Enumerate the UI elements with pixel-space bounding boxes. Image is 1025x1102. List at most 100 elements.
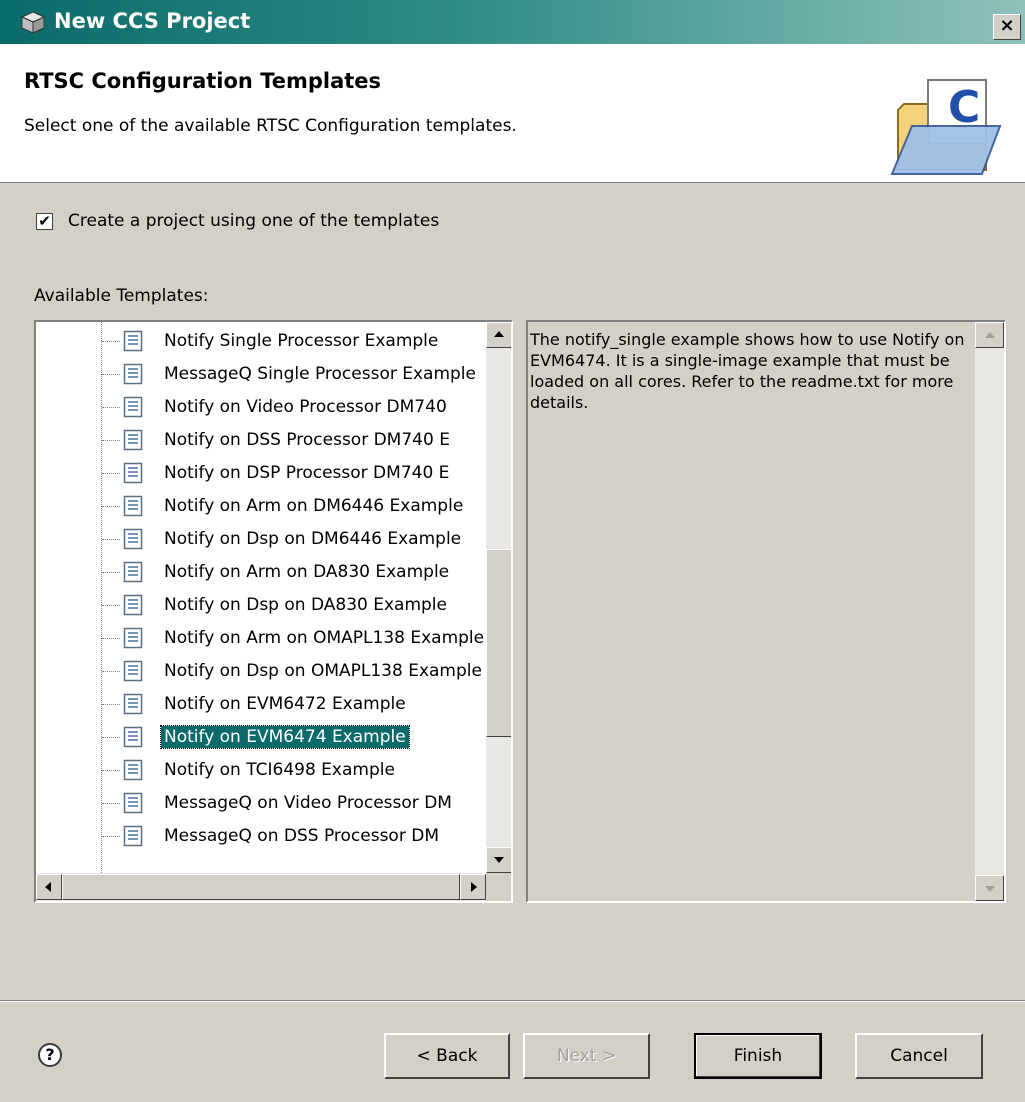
back-button[interactable]: < Back xyxy=(384,1033,510,1079)
document-icon xyxy=(123,528,143,550)
scroll-left-button[interactable] xyxy=(36,874,62,900)
tree-connector xyxy=(102,638,120,639)
template-item-label: Notify on Dsp on DA830 Example xyxy=(164,595,447,615)
document-icon xyxy=(123,561,143,583)
document-icon xyxy=(123,330,143,352)
next-button[interactable]: Next > xyxy=(523,1033,650,1079)
template-tree-item[interactable]: Notify on Dsp on DM6446 Example xyxy=(36,523,486,556)
template-tree-item[interactable]: Notify on Arm on OMAPL138 Example xyxy=(36,622,486,655)
tree-connector xyxy=(102,440,120,441)
tree-connector xyxy=(102,770,120,771)
tree-connector xyxy=(102,836,120,837)
template-item-label: Notify on Arm on DM6446 Example xyxy=(164,496,464,516)
tree-connector xyxy=(102,704,120,705)
template-tree-item[interactable]: MessageQ on DSS Processor DM xyxy=(36,820,486,853)
tree-connector xyxy=(102,407,120,408)
template-item-label: Notify on DSS Processor DM740 E xyxy=(164,430,450,450)
template-description-text: The notify_single example shows how to u… xyxy=(530,330,965,412)
finish-button-label: Finish xyxy=(733,1046,783,1066)
template-tree-item[interactable]: Notify on Dsp on OMAPL138 Example xyxy=(36,655,486,688)
arrow-up-icon xyxy=(985,332,995,338)
template-item-label: Notify on Arm on DA830 Example xyxy=(164,562,450,582)
template-tree-item[interactable]: Notify on EVM6474 Example xyxy=(36,721,486,754)
template-tree-item[interactable]: Notify on DSS Processor DM740 E xyxy=(36,424,486,457)
arrow-left-icon xyxy=(45,882,51,892)
template-description-panel: The notify_single example shows how to u… xyxy=(526,320,1006,903)
tree-connector xyxy=(102,473,120,474)
document-icon xyxy=(123,693,143,715)
page-title: RTSC Configuration Templates xyxy=(24,69,382,93)
template-tree-item[interactable]: MessageQ on Video Processor DM xyxy=(36,787,486,820)
tree-connector xyxy=(102,605,120,606)
window-title: New CCS Project xyxy=(54,9,251,33)
scroll-down-button[interactable] xyxy=(486,847,511,873)
templates-tree-items: Notify Single Processor Example MessageQ … xyxy=(36,322,486,873)
document-icon xyxy=(123,759,143,781)
horizontal-scroll-thumb[interactable] xyxy=(62,874,460,900)
template-tree-item[interactable]: Notify on Arm on DA830 Example xyxy=(36,556,486,589)
description-scroll-up-button[interactable] xyxy=(975,322,1004,348)
tree-connector xyxy=(102,803,120,804)
template-item-label: MessageQ on DSS Processor DM xyxy=(164,826,439,846)
template-tree-item[interactable]: Notify on Arm on DM6446 Example xyxy=(36,490,486,523)
document-icon xyxy=(123,627,143,649)
arrow-up-icon xyxy=(494,331,504,337)
document-icon xyxy=(123,660,143,682)
document-icon xyxy=(123,594,143,616)
description-scrollbar[interactable] xyxy=(975,322,1004,901)
button-bar-separator xyxy=(0,1000,1025,1002)
scroll-thumb[interactable] xyxy=(486,549,511,737)
document-icon xyxy=(123,792,143,814)
wizard-header: RTSC Configuration Templates Select one … xyxy=(0,44,1025,183)
arrow-right-icon xyxy=(471,882,477,892)
ccs-project-icon xyxy=(20,11,46,34)
tree-connector xyxy=(102,506,120,507)
tree-connector xyxy=(102,374,120,375)
template-item-label: Notify Single Processor Example xyxy=(164,331,439,351)
description-scroll-down-button[interactable] xyxy=(975,875,1004,901)
create-from-template-checkbox[interactable]: ✔ xyxy=(36,212,53,230)
page-description: Select one of the available RTSC Configu… xyxy=(24,116,517,136)
templates-tree[interactable]: Notify Single Processor Example MessageQ … xyxy=(34,320,513,903)
document-icon xyxy=(123,363,143,385)
scroll-up-button[interactable] xyxy=(486,322,511,348)
document-icon xyxy=(123,462,143,484)
cancel-button[interactable]: Cancel xyxy=(855,1033,983,1079)
document-icon xyxy=(123,825,143,847)
document-icon xyxy=(123,495,143,517)
create-from-template-row[interactable]: ✔ Create a project using one of the temp… xyxy=(36,211,439,231)
close-button[interactable]: × xyxy=(993,14,1021,40)
template-item-label: Notify on Video Processor DM740 xyxy=(164,397,447,417)
help-icon[interactable]: ? xyxy=(38,1043,62,1067)
create-from-template-label: Create a project using one of the templa… xyxy=(68,211,440,231)
scroll-right-button[interactable] xyxy=(460,874,486,900)
template-tree-item[interactable]: MessageQ Single Processor Example xyxy=(36,358,486,391)
template-tree-item[interactable]: Notify Single Processor Example xyxy=(36,325,486,358)
available-templates-label: Available Templates: xyxy=(34,286,209,306)
document-icon xyxy=(123,429,143,451)
template-tree-item[interactable]: Notify on Dsp on DA830 Example xyxy=(36,589,486,622)
document-icon xyxy=(123,726,143,748)
template-item-label: Notify on Dsp on OMAPL138 Example xyxy=(164,661,482,681)
template-tree-item[interactable]: Notify on DSP Processor DM740 E xyxy=(36,457,486,490)
template-item-label: Notify on Arm on OMAPL138 Example xyxy=(164,628,485,648)
template-item-label: MessageQ Single Processor Example xyxy=(164,364,476,384)
arrow-down-icon xyxy=(985,886,995,892)
template-item-label: Notify on EVM6472 Example xyxy=(164,694,406,714)
templates-vertical-scrollbar[interactable] xyxy=(486,322,511,873)
template-item-label: Notify on TCI6498 Example xyxy=(164,760,395,780)
template-tree-item[interactable]: Notify on EVM6472 Example xyxy=(36,688,486,721)
tree-connector xyxy=(102,572,120,573)
finish-button[interactable]: Finish xyxy=(694,1033,822,1079)
arrow-down-icon xyxy=(494,857,504,863)
template-item-label: Notify on DSP Processor DM740 E xyxy=(164,463,450,483)
template-item-label: Notify on EVM6474 Example xyxy=(160,725,410,749)
template-item-label: Notify on Dsp on DM6446 Example xyxy=(164,529,462,549)
title-bar[interactable]: New CCS Project × xyxy=(0,0,1025,44)
template-tree-item[interactable]: Notify on Video Processor DM740 xyxy=(36,391,486,424)
templates-horizontal-scrollbar[interactable] xyxy=(36,873,486,901)
new-ccs-project-dialog: New CCS Project × RTSC Configuration Tem… xyxy=(0,0,1025,1102)
template-item-label: MessageQ on Video Processor DM xyxy=(164,793,452,813)
template-tree-item[interactable]: Notify on TCI6498 Example xyxy=(36,754,486,787)
folder-c-icon: C xyxy=(890,79,1002,175)
